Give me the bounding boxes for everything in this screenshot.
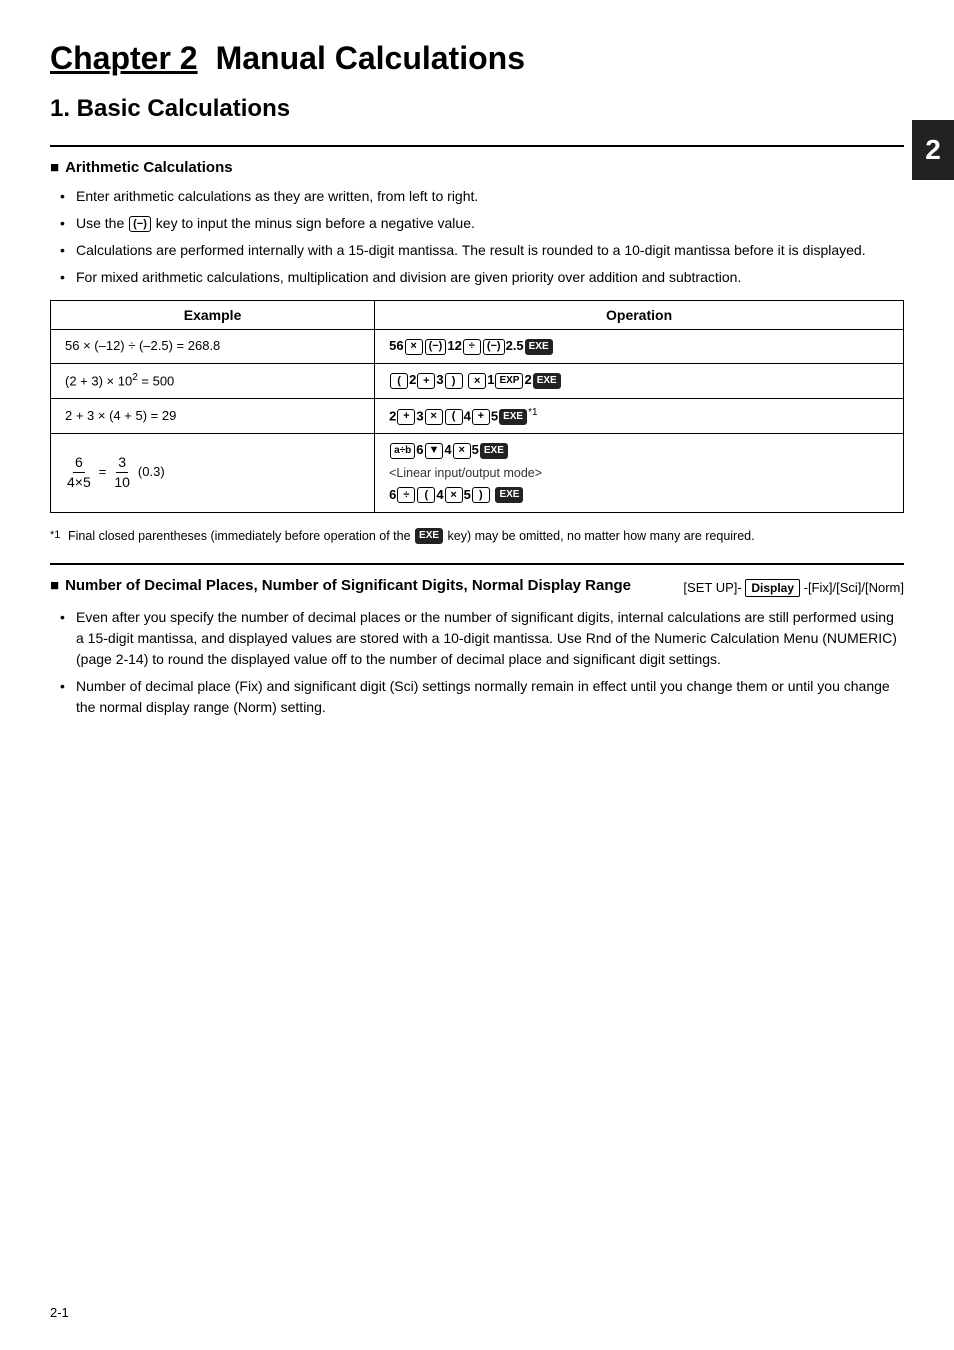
table-header-operation: Operation [375,301,904,330]
ndp-heading-container: Number of Decimal Places, Number of Sign… [50,577,904,597]
key-times2: × [425,409,443,425]
key-exp: EXP [495,373,523,389]
example-cell: 2 + 3 × (4 + 5) = 29 [51,398,375,433]
key-close2: ) [472,487,490,503]
display-key: Display [745,579,800,597]
divider-thick [50,145,904,147]
key-div2: ÷ [397,487,415,503]
example-cell: (2 + 3) × 102 = 500 [51,363,375,398]
table-row: 6 4×5 = 3 10 (0.3) a÷b6▼4×5EXE <Linear i… [51,434,904,513]
key-x: × [405,339,423,355]
key-exe3: EXE [499,409,527,425]
key-fracinput: a÷b [390,443,415,459]
table-header-example: Example [51,301,375,330]
bullet-item: Calculations are performed internally wi… [60,240,904,261]
table-row: (2 + 3) × 102 = 500 (2+3) ×1EXP2EXE [51,363,904,398]
example-cell: 56 × (–12) ÷ (–2.5) = 268.8 [51,330,375,364]
key-div: ÷ [463,339,481,355]
chapter-label: Chapter 2 [50,40,198,77]
key-plus3: + [472,409,490,425]
chapter-header: Chapter 2 Manual Calculations [50,40,904,77]
ndp-bullets: Even after you specify the number of dec… [50,607,904,718]
ndp-heading-left: Number of Decimal Places, Number of Sign… [50,577,631,594]
bullet-item: Enter arithmetic calculations as they ar… [60,186,904,207]
key-down: ▼ [425,443,444,459]
ndp-bullet-item: Even after you specify the number of dec… [60,607,904,670]
arithmetic-bullets: Enter arithmetic calculations as they ar… [50,186,904,288]
key-exe: EXE [525,339,553,355]
key-open2: ( [445,409,463,425]
table-row: 56 × (–12) ÷ (–2.5) = 268.8 56×(−)12÷(−)… [51,330,904,364]
operation-cell: 2+3×(4+5EXE*1 [375,398,904,433]
divider-thick2 [50,563,904,565]
key-times4: × [445,487,463,503]
arithmetic-table: Example Operation 56 × (–12) ÷ (–2.5) = … [50,300,904,513]
key-exe5: EXE [495,487,523,503]
key-open3: ( [417,487,435,503]
key-exe4: EXE [480,443,508,459]
key-plus: + [417,373,435,389]
page-number: 2-1 [50,1305,69,1320]
key-times3: × [453,443,471,459]
key-exe-ref: EXE [415,528,443,544]
operation-cell: 56×(−)12÷(−)2.5EXE [375,330,904,364]
bullet-item: For mixed arithmetic calculations, multi… [60,267,904,288]
ndp-heading-text: Number of Decimal Places, Number of Sign… [65,577,631,594]
arithmetic-heading: Arithmetic Calculations [50,159,904,176]
footnote-marker: *1 [50,527,60,544]
operation-cell: (2+3) ×1EXP2EXE [375,363,904,398]
key-neg: (−) [425,339,447,355]
ndp-bullet-item: Number of decimal place (Fix) and signif… [60,676,904,718]
table-row: 2 + 3 × (4 + 5) = 29 2+3×(4+5EXE*1 [51,398,904,433]
bullet-item: Use the (−) key to input the minus sign … [60,213,904,234]
section-tab: 2 [912,120,954,180]
example-cell: 6 4×5 = 3 10 (0.3) [51,434,375,513]
ndp-setup-ref: [SET UP]- Display -[Fix]/[Sci]/[Norm] [683,579,904,597]
footnote: *1 Final closed parentheses (immediately… [50,527,904,546]
key-exe2: EXE [533,373,561,389]
key-times: × [468,373,486,389]
section-heading: 1. Basic Calculations [50,95,904,123]
key-neg2: (−) [483,339,505,355]
key-plus2: + [397,409,415,425]
key-close-paren: ) [445,373,463,389]
operation-cell: a÷b6▼4×5EXE <Linear input/output mode> 6… [375,434,904,513]
key-open-paren: ( [390,373,408,389]
key-minus: (−) [129,216,151,232]
chapter-title: Manual Calculations [216,40,525,77]
